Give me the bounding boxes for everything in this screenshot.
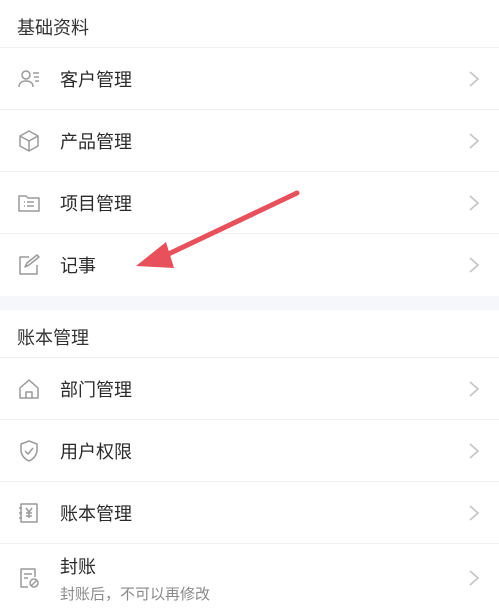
cube-icon bbox=[16, 128, 42, 154]
menu-item-product-management[interactable]: 产品管理 bbox=[0, 110, 499, 172]
chevron-right-icon bbox=[467, 69, 481, 89]
menu-item-customer-management[interactable]: 客户管理 bbox=[0, 48, 499, 110]
section-title-basic: 基础资料 bbox=[0, 0, 499, 48]
chevron-right-icon bbox=[467, 568, 481, 588]
menu-item-label: 用户权限 bbox=[60, 441, 132, 463]
menu-item-ledger-management[interactable]: 账本管理 bbox=[0, 482, 499, 544]
lock-document-icon bbox=[16, 565, 42, 591]
chevron-right-icon bbox=[467, 131, 481, 151]
close-books-texts: 封账 封账后，不可以再修改 bbox=[60, 553, 210, 604]
menu-item-user-permissions[interactable]: 用户权限 bbox=[0, 420, 499, 482]
menu-item-label: 封账 bbox=[60, 556, 96, 578]
chevron-right-icon bbox=[467, 193, 481, 213]
chevron-right-icon bbox=[467, 441, 481, 461]
menu-item-close-books[interactable]: 封账 封账后，不可以再修改 bbox=[0, 544, 499, 612]
ledger-yen-icon bbox=[16, 500, 42, 526]
chevron-right-icon bbox=[467, 255, 481, 275]
menu-item-label: 部门管理 bbox=[60, 379, 132, 401]
section-title-ledger: 账本管理 bbox=[0, 310, 499, 358]
menu-item-label: 账本管理 bbox=[60, 503, 132, 525]
menu-item-project-management[interactable]: 项目管理 bbox=[0, 172, 499, 234]
customer-icon bbox=[16, 66, 42, 92]
note-edit-icon bbox=[16, 252, 42, 278]
menu-item-subtitle: 封账后，不可以再修改 bbox=[60, 584, 211, 603]
menu-item-notes[interactable]: 记事 bbox=[0, 234, 499, 296]
chevron-right-icon bbox=[467, 379, 481, 399]
home-icon bbox=[16, 376, 42, 402]
section-ledger-management: 账本管理 部门管理 用户权限 账本管理 封账 封账后，不可以再修改 bbox=[0, 310, 499, 612]
folder-list-icon bbox=[16, 190, 42, 216]
menu-item-department-management[interactable]: 部门管理 bbox=[0, 358, 499, 420]
chevron-right-icon bbox=[467, 503, 481, 523]
menu-item-label: 产品管理 bbox=[60, 131, 132, 153]
shield-check-icon bbox=[16, 438, 42, 464]
menu-item-label: 项目管理 bbox=[60, 193, 132, 215]
section-basic-info: 基础资料 客户管理 产品管理 项目管理 记事 bbox=[0, 0, 499, 296]
menu-item-label: 客户管理 bbox=[60, 69, 132, 91]
menu-item-label: 记事 bbox=[60, 256, 96, 277]
section-divider bbox=[0, 296, 499, 310]
